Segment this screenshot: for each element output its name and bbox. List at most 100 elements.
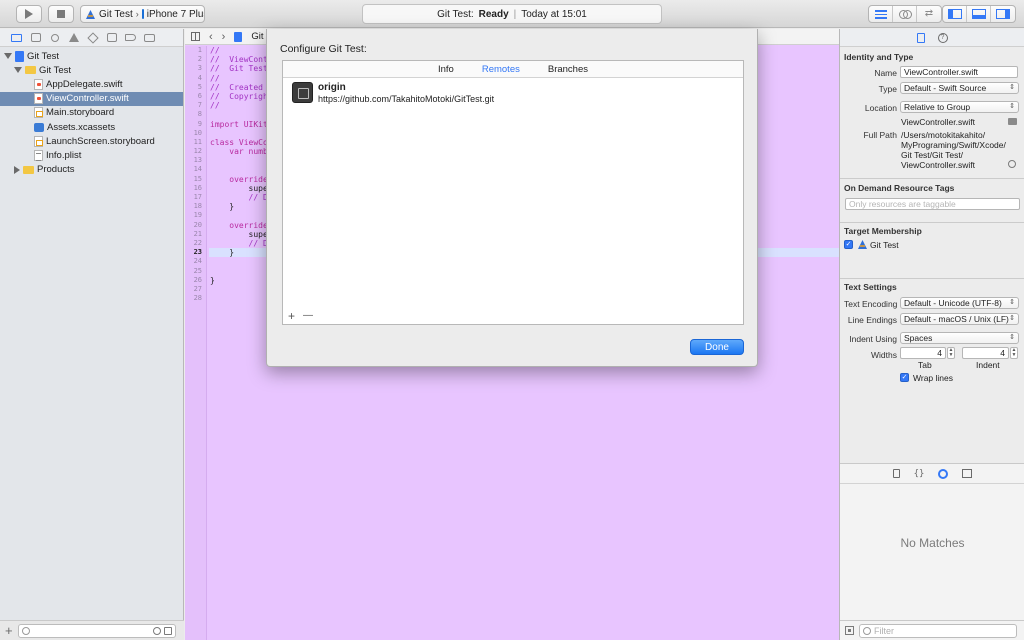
indent-using-popup[interactable]: Spaces ⇕ [900, 332, 1019, 344]
warning-icon [68, 33, 79, 42]
tab-project-navigator[interactable] [11, 32, 22, 43]
tree-item-group[interactable]: Git Test [0, 63, 183, 77]
encoding-popup[interactable]: Default - Unicode (UTF-8) ⇕ [900, 297, 1019, 309]
remove-remote-button[interactable]: — [303, 310, 313, 321]
back-button[interactable]: ‹ [209, 31, 213, 42]
file-inspector-icon[interactable] [916, 32, 925, 43]
folder-icon [25, 66, 36, 75]
line-number: 22 [193, 238, 202, 247]
tab-debug-navigator[interactable] [106, 32, 117, 43]
resource-tags-field[interactable]: Only resources are taggable [845, 198, 1020, 210]
indent-caption: Indent [976, 360, 1000, 370]
tab-report-navigator[interactable] [144, 32, 155, 43]
assistant-editor-icon [898, 9, 912, 19]
toggle-debug-area-button[interactable] [967, 6, 991, 22]
type-popup[interactable]: Default - Swift Source ⇕ [900, 82, 1019, 94]
app-icon [85, 9, 96, 20]
fullpath-line: Git Test/Git Test/ [901, 150, 964, 160]
library-filter-placeholder: Filter [874, 625, 894, 636]
line-number: 15 [193, 174, 202, 183]
line-number: 12 [193, 147, 202, 156]
object-library-icon[interactable] [938, 468, 949, 479]
navigator-filter-input[interactable] [17, 623, 176, 638]
disclosure-triangle-icon[interactable] [14, 165, 20, 174]
tab-branches[interactable]: Branches [548, 64, 588, 75]
run-button[interactable] [16, 5, 42, 23]
target-checkbox[interactable]: ✓ [844, 240, 853, 249]
storyboard-icon [34, 135, 43, 147]
line-number: 13 [193, 156, 202, 165]
stop-button[interactable] [48, 5, 74, 23]
line-number: 17 [193, 193, 202, 201]
tree-item-file[interactable]: Info.plist [0, 148, 183, 162]
debug-panel-icon [971, 9, 986, 19]
view-toggle-control [942, 5, 1016, 23]
name-field[interactable]: ViewController.swift [900, 66, 1018, 78]
editor-mode-control: ⇄ [868, 5, 942, 23]
status-separator: | [513, 8, 517, 20]
library-filter-input[interactable]: Filter [859, 623, 1017, 638]
utilities-panel-icon [996, 9, 1010, 19]
tree-item-label: Assets.xcassets [47, 121, 116, 133]
file-template-icon[interactable] [892, 469, 900, 478]
media-library-icon[interactable] [962, 469, 973, 478]
tree-item-file[interactable]: AppDelegate.swift [0, 77, 183, 91]
remote-url: https://github.com/TakahitoMotoki/GitTes… [318, 94, 495, 104]
line-number: 8 [197, 110, 202, 119]
line-number: 18 [193, 202, 202, 211]
tab-width-stepper[interactable]: ▲ ▼ [947, 347, 955, 359]
tab-breakpoint-navigator[interactable] [125, 32, 136, 43]
tab-find-navigator[interactable] [49, 32, 60, 43]
toolbar: Git Test › iPhone 7 Plus Git Test: Ready… [0, 0, 1024, 28]
reveal-folder-icon[interactable] [1008, 118, 1017, 125]
tree-item-label: Products [37, 164, 75, 176]
tree-item-label: Main.storyboard [46, 107, 115, 119]
location-popup[interactable]: Relative to Group ⇕ [900, 101, 1019, 113]
jump-bar-label[interactable]: Git [251, 31, 263, 42]
indent-width-stepper[interactable]: ▲ ▼ [1010, 347, 1018, 359]
tree-item-file[interactable]: Assets.xcassets [0, 120, 183, 134]
tab-info[interactable]: Info [438, 64, 454, 75]
activity-status: Git Test: Ready | Today at 15:01 [362, 4, 662, 24]
line-endings-popup[interactable]: Default - macOS / Unix (LF) ⇕ [900, 313, 1019, 325]
forward-button[interactable]: › [222, 31, 226, 42]
tree-item-file[interactable]: LaunchScreen.storyboard [0, 134, 183, 148]
wrap-lines-checkbox[interactable]: ✓ [900, 373, 909, 382]
code-snippet-icon[interactable]: {} [914, 469, 925, 479]
tree-item-file-selected[interactable]: ViewController.swift [0, 91, 183, 106]
tab-symbol-navigator[interactable] [30, 32, 41, 43]
add-file-button[interactable]: + [5, 624, 13, 637]
tree-item-project[interactable]: Git Test [0, 49, 183, 63]
scheme-selector[interactable]: Git Test › iPhone 7 Plus [80, 5, 205, 23]
line-number: 27 [193, 284, 202, 293]
line-number: 14 [193, 165, 202, 174]
sheet-content-box: Info Remotes Branches origin https://git… [282, 60, 744, 325]
recent-files-icon[interactable] [152, 626, 161, 635]
add-remote-button[interactable]: + [288, 309, 295, 323]
disclosure-triangle-icon[interactable] [14, 67, 22, 74]
disclosure-triangle-icon[interactable] [4, 53, 12, 60]
tab-test-navigator[interactable] [86, 31, 99, 44]
configure-sheet: Configure Git Test: Info Remotes Branche… [266, 29, 758, 367]
tree-item-group[interactable]: Products [0, 163, 183, 177]
version-editor-button[interactable]: ⇄ [917, 6, 941, 22]
indent-width-field[interactable]: 4 [962, 347, 1009, 359]
library-empty-text: No Matches [900, 536, 965, 550]
assistant-editor-button[interactable] [893, 6, 917, 22]
remote-list-item[interactable]: origin https://github.com/TakahitoMotoki… [292, 82, 494, 105]
toggle-utilities-button[interactable] [991, 6, 1015, 22]
quick-help-icon[interactable]: ? [937, 32, 948, 43]
toggle-navigator-button[interactable] [943, 6, 967, 22]
standard-editor-button[interactable] [869, 6, 893, 22]
tree-item-file[interactable]: Main.storyboard [0, 106, 183, 120]
reveal-in-finder-icon[interactable] [1008, 160, 1016, 168]
done-button[interactable]: Done [690, 339, 744, 355]
section-divider [840, 222, 1024, 223]
play-icon [25, 9, 33, 19]
grid-view-icon[interactable] [845, 626, 854, 635]
tab-remotes[interactable]: Remotes [482, 64, 520, 75]
tab-width-field[interactable]: 4 [900, 347, 946, 359]
source-control-filter-icon[interactable] [163, 626, 172, 635]
related-items-icon[interactable] [191, 32, 200, 41]
tab-issue-navigator[interactable] [68, 32, 79, 43]
